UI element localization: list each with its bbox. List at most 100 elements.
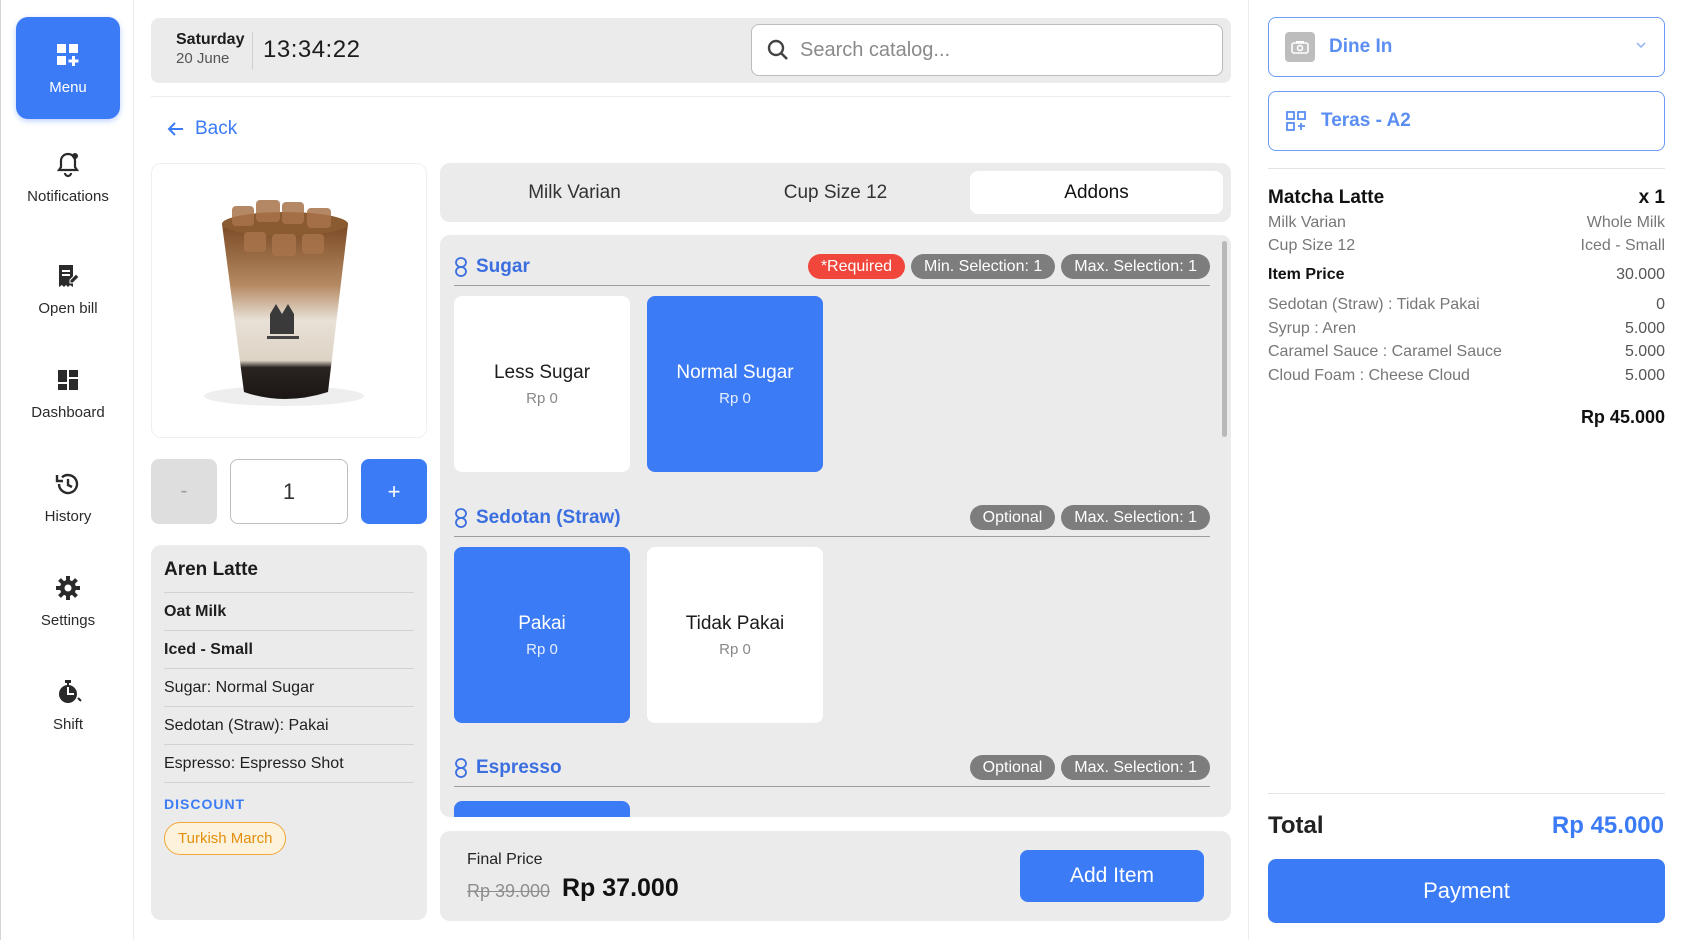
service-type-select[interactable]: Dine In <box>1268 17 1665 77</box>
addon-group-title: Sedotan (Straw) <box>454 507 621 529</box>
chevron-down-icon <box>1636 42 1646 49</box>
addon-group-title-text: Espresso <box>476 757 562 778</box>
item-price-label: Item Price <box>1268 266 1345 283</box>
arrow-left-icon <box>167 122 183 136</box>
back-label: Back <box>195 118 238 139</box>
table-select[interactable]: Teras - A2 <box>1268 91 1665 151</box>
optional-badge: Optional <box>969 755 1056 780</box>
addon-row: Syrup : Aren 5.000 <box>1268 320 1665 338</box>
optional-badge: Optional <box>969 505 1056 530</box>
addon-label: Cloud Foam : Cheese Cloud <box>1268 367 1470 384</box>
order-item-qty: x 1 <box>1638 187 1665 208</box>
divider <box>1268 168 1665 169</box>
nav-item-settings[interactable]: Settings <box>16 550 120 652</box>
tab-milk-varian[interactable]: Milk Varian <box>448 171 701 214</box>
dine-in-icon <box>1285 32 1315 62</box>
summary-row: Sugar: Normal Sugar <box>164 669 414 707</box>
shift-icon <box>59 679 82 703</box>
variant-tabs: Milk Varian Cup Size 12 Addons <box>440 163 1231 222</box>
menu-grid-icon <box>57 43 79 66</box>
discount-label: DISCOUNT <box>164 796 246 812</box>
variant-value: Iced - Small <box>1580 237 1665 254</box>
nav-item-label: Notifications <box>27 187 109 205</box>
app-frame: Menu Notifications Open bill Dashboard H… <box>0 0 1681 940</box>
clock: 13:34:22 <box>263 36 361 63</box>
addon-group-title-text: Sugar <box>476 256 530 277</box>
table-icon <box>1286 111 1306 131</box>
addon-option-espresso-partial[interactable] <box>454 801 630 817</box>
price-footer: Final Price Rp 39.000 Rp 37.000 Add Item <box>440 831 1231 921</box>
quantity-decrease-button[interactable]: - <box>151 459 217 524</box>
divider <box>1268 793 1665 794</box>
addon-row: Sedotan (Straw) : Tidak Pakai 0 <box>1268 296 1665 314</box>
item-price-row: Item Price 30.000 <box>1268 266 1665 284</box>
tab-cup-size[interactable]: Cup Size 12 <box>709 171 962 214</box>
discount-chip[interactable]: Turkish March <box>164 822 287 855</box>
badges: Optional Max. Selection: 1 <box>969 755 1210 780</box>
addon-group-title: Espresso <box>454 757 562 779</box>
service-type-value: Dine In <box>1329 36 1393 57</box>
add-item-button[interactable]: Add Item <box>1020 850 1204 902</box>
addon-group-header: Espresso Optional Max. Selection: 1 <box>454 751 1210 787</box>
addon-option-pakai[interactable]: Pakai Rp 0 <box>454 547 630 723</box>
top-header: Saturday 20 June 13:34:22 <box>151 18 1231 83</box>
addon-label: Syrup : Aren <box>1268 320 1357 337</box>
addon-label: Sedotan (Straw) : Tidak Pakai <box>1268 296 1480 313</box>
product-image <box>151 163 427 438</box>
option-name: Pakai <box>518 612 566 634</box>
addon-group-header: Sugar *Required Min. Selection: 1 Max. S… <box>454 250 1210 286</box>
quantity-increase-button[interactable]: + <box>361 459 427 524</box>
addon-value: 5.000 <box>1624 367 1665 384</box>
iced-coffee-cup-image <box>204 200 364 406</box>
option-name: Less Sugar <box>493 361 591 383</box>
required-badge: *Required <box>807 254 905 279</box>
nav-item-label: Dashboard <box>31 403 105 421</box>
search-box[interactable] <box>751 24 1223 76</box>
scrollbar[interactable] <box>1222 241 1227 437</box>
order-variant-row: Milk Varian Whole Milk <box>1268 214 1665 232</box>
variant-label: Cup Size 12 <box>1268 237 1356 254</box>
addon-group-title-text: Sedotan (Straw) <box>476 507 621 528</box>
option-price: Rp 0 <box>719 389 751 407</box>
addon-row: Cloud Foam : Cheese Cloud 5.000 <box>1268 367 1665 385</box>
addon-option-normal-sugar[interactable]: Normal Sugar Rp 0 <box>647 296 823 472</box>
summary-row: Iced - Small <box>164 631 414 669</box>
payment-button[interactable]: Payment <box>1268 859 1665 923</box>
addon-value: 0 <box>1656 296 1665 313</box>
table-value: Teras - A2 <box>1321 110 1411 131</box>
option-price: Rp 0 <box>526 640 558 658</box>
back-button[interactable]: Back <box>167 118 237 140</box>
summary-row: Sedotan (Straw): Pakai <box>164 707 414 745</box>
nav-item-notifications[interactable]: Notifications <box>16 126 120 228</box>
summary-row: Oat Milk <box>164 593 414 631</box>
summary-row: Espresso: Espresso Shot <box>164 745 414 783</box>
option-name: Normal Sugar <box>676 361 794 383</box>
badges: *Required Min. Selection: 1 Max. Selecti… <box>807 254 1210 279</box>
option-name: Tidak Pakai <box>685 612 785 634</box>
option-price: Rp 0 <box>526 389 558 407</box>
nav-item-history[interactable]: History <box>16 446 120 548</box>
nav-item-label: History <box>44 507 92 525</box>
date-day: Saturday <box>176 31 245 48</box>
nav-item-dashboard[interactable]: Dashboard <box>16 342 120 444</box>
addon-row: Caramel Sauce : Caramel Sauce 5.000 <box>1268 343 1665 361</box>
addon-option-less-sugar[interactable]: Less Sugar Rp 0 <box>454 296 630 472</box>
history-icon <box>55 473 79 494</box>
nav-item-open-bill[interactable]: Open bill <box>16 238 120 340</box>
addon-option-tidak-pakai[interactable]: Tidak Pakai Rp 0 <box>647 547 823 723</box>
addon-value: 5.000 <box>1624 320 1665 337</box>
subtotal-value: Rp 45.000 <box>1580 407 1665 427</box>
search-input[interactable] <box>800 38 1200 62</box>
total-label: Total <box>1268 812 1324 839</box>
addon-group-title: Sugar <box>454 256 530 278</box>
nav-item-shift[interactable]: Shift <box>16 654 120 756</box>
original-price: Rp 39.000 <box>467 881 551 901</box>
nav-item-menu[interactable]: Menu <box>16 17 120 119</box>
quantity-value[interactable]: 1 <box>230 459 348 524</box>
subtotal-row: Rp 45.000 <box>1268 407 1665 428</box>
nav-item-label: Settings <box>40 611 96 629</box>
tab-addons[interactable]: Addons <box>970 171 1223 214</box>
addon-value: 5.000 <box>1624 343 1665 360</box>
link-icon <box>455 758 467 778</box>
divider <box>151 96 1231 97</box>
